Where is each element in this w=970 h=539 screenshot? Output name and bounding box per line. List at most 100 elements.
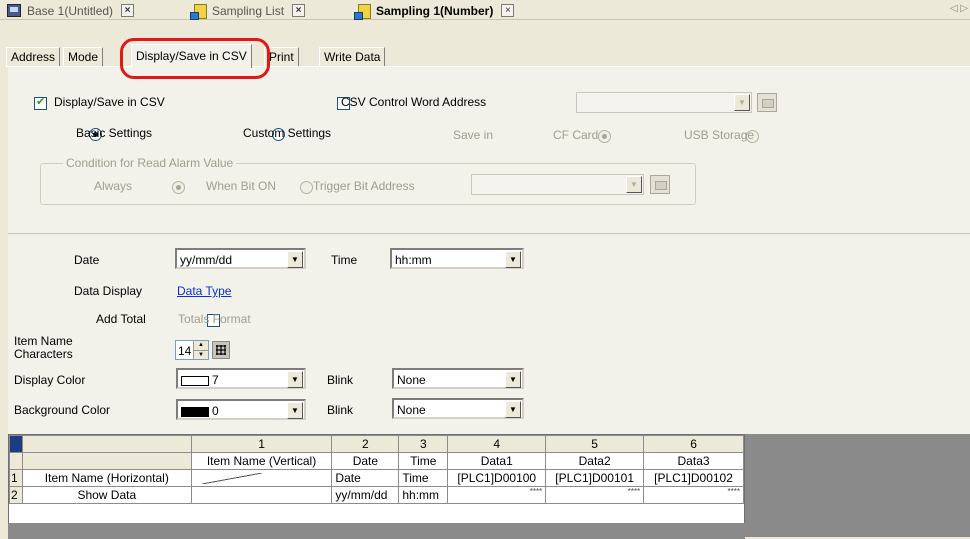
col-number[interactable]: 4 — [447, 435, 547, 453]
doc-tab-label: Base 1(Untitled) — [27, 3, 114, 18]
item-name-characters-label: Item Name Characters — [14, 335, 73, 361]
item-name-chars-stepper[interactable]: 14 ▲ ▼ — [175, 340, 209, 360]
display-color-select[interactable]: 7 ▼ — [176, 368, 306, 389]
background-blink-select[interactable]: None ▼ — [392, 398, 524, 419]
item-name-label-line1: Item Name — [14, 334, 73, 348]
chevron-down-icon: ▼ — [505, 251, 521, 268]
display-blink-label: Blink — [327, 373, 354, 387]
col-number[interactable]: 6 — [643, 435, 744, 453]
keypad-icon[interactable] — [212, 341, 230, 359]
table-cell[interactable]: **** — [447, 486, 547, 504]
col-number[interactable]: 1 — [190, 435, 333, 453]
preview-grid[interactable]: 1 2 3 4 5 6 Item Name (Vertical) Date Ti… — [8, 434, 745, 537]
corner-cell — [21, 435, 192, 453]
display-save-csv-checkbox[interactable] — [34, 95, 47, 111]
table-row: 2 Show Data yy/mm/dd hh:mm **** **** ***… — [9, 486, 744, 504]
doc-tab-sampling1[interactable]: Sampling 1(Number) × — [354, 2, 515, 20]
sampling-icon — [354, 3, 371, 20]
address-input-button[interactable] — [757, 93, 777, 112]
date-format-select[interactable]: yy/mm/dd ▼ — [175, 248, 306, 269]
tab-write-data[interactable]: Write Data — [319, 47, 386, 67]
chevron-down-icon: ▼ — [287, 251, 303, 268]
preview-table: 1 2 3 4 5 6 Item Name (Vertical) Date Ti… — [9, 435, 744, 504]
col-title[interactable]: Date — [331, 452, 400, 470]
time-format-select[interactable]: hh:mm ▼ — [390, 248, 524, 269]
col-title[interactable]: Item Name (Vertical) — [190, 452, 333, 470]
tab-mode[interactable]: Mode — [63, 47, 104, 67]
close-icon[interactable]: × — [292, 4, 306, 17]
background-color-number: 0 — [212, 404, 219, 418]
table-row: 1 Item Name (Horizontal) Date Time [PLC1… — [9, 469, 744, 487]
grid-empty-area — [745, 434, 970, 537]
diagonal-cell[interactable] — [190, 469, 333, 487]
save-in-label: Save in — [453, 128, 494, 142]
item-name-chars-value: 14 — [178, 344, 192, 358]
time-format-value: hh:mm — [395, 253, 432, 267]
table-cell[interactable]: Date — [331, 469, 400, 487]
table-row: Item Name (Vertical) Date Time Data1 Dat… — [9, 452, 744, 470]
when-bit-on-label: When Bit ON — [206, 179, 277, 193]
chevron-down-icon: ▼ — [505, 371, 521, 388]
table-cell[interactable]: [PLC1]D00100 — [447, 469, 547, 487]
cf-card-label: CF Card — [553, 128, 599, 142]
row-title-header — [21, 452, 192, 470]
display-save-csv-label: Display/Save in CSV — [54, 95, 165, 109]
table-cell[interactable] — [190, 486, 333, 504]
doc-tab-sampling-list[interactable]: Sampling List × — [190, 2, 306, 20]
tab-scroll-arrows-icon[interactable]: ◁ ▷ — [950, 3, 968, 14]
trigger-address-button[interactable] — [650, 175, 670, 194]
add-total-label: Add Total — [96, 312, 146, 326]
doc-tab-label: Sampling 1(Number) — [376, 3, 494, 18]
display-color-number: 7 — [212, 373, 219, 387]
row-label[interactable]: Item Name (Horizontal) — [21, 469, 192, 487]
col-number[interactable]: 3 — [398, 435, 449, 453]
select-all-cell[interactable] — [9, 435, 23, 453]
table-cell[interactable]: **** — [545, 486, 645, 504]
doc-tab-base1[interactable]: Base 1(Untitled) × — [7, 2, 135, 19]
always-label: Always — [94, 179, 133, 193]
custom-settings-label: Custom Settings — [243, 126, 332, 140]
color-swatch — [181, 375, 209, 386]
col-number[interactable]: 2 — [331, 435, 400, 453]
display-color-value: 7 — [181, 373, 219, 387]
screen-icon — [7, 4, 21, 17]
data-type-link[interactable]: Data Type — [177, 284, 231, 298]
col-number[interactable]: 5 — [545, 435, 645, 453]
row-label[interactable]: Show Data — [21, 486, 192, 504]
doc-tab-label: Sampling List — [212, 3, 285, 18]
csv-control-address-combo[interactable]: ▼ — [576, 92, 752, 113]
row-number[interactable]: 1 — [9, 469, 23, 487]
row-header[interactable] — [9, 452, 23, 470]
row-number[interactable]: 2 — [9, 486, 23, 504]
read-alarm-group-title: Condition for Read Alarm Value — [63, 156, 237, 170]
col-title[interactable]: Data2 — [545, 452, 645, 470]
close-icon[interactable]: × — [121, 4, 135, 17]
background-blink-label: Blink — [327, 403, 354, 417]
background-color-select[interactable]: 0 ▼ — [176, 399, 306, 420]
table-cell[interactable]: [PLC1]D00101 — [545, 469, 645, 487]
tab-address[interactable]: Address — [6, 47, 61, 67]
trigger-bit-address-combo[interactable]: ▼ — [471, 174, 644, 195]
tab-print[interactable]: Print — [264, 47, 299, 67]
table-cell[interactable]: hh:mm — [398, 486, 449, 504]
col-title[interactable]: Data1 — [447, 452, 547, 470]
close-icon[interactable]: × — [501, 4, 515, 17]
col-title[interactable]: Time — [398, 452, 449, 470]
display-blink-value: None — [397, 373, 426, 387]
spin-down-icon[interactable]: ▼ — [193, 350, 208, 359]
table-cell[interactable]: Time — [398, 469, 449, 487]
spin-up-icon[interactable]: ▲ — [193, 341, 208, 350]
color-swatch — [181, 406, 209, 417]
display-blink-select[interactable]: None ▼ — [392, 368, 524, 389]
chevron-down-icon: ▼ — [287, 371, 303, 388]
tab-display-save-csv[interactable]: Display/Save in CSV — [131, 44, 252, 68]
time-label: Time — [331, 253, 358, 267]
table-cell[interactable]: yy/mm/dd — [331, 486, 400, 504]
table-cell[interactable]: **** — [643, 486, 744, 504]
usb-storage-label: USB Storage — [684, 128, 755, 142]
table-row: 1 2 3 4 5 6 — [9, 435, 744, 453]
background-color-label: Background Color — [14, 403, 111, 417]
col-title[interactable]: Data3 — [643, 452, 744, 470]
chevron-down-icon: ▼ — [505, 401, 521, 418]
table-cell[interactable]: [PLC1]D00102 — [643, 469, 744, 487]
